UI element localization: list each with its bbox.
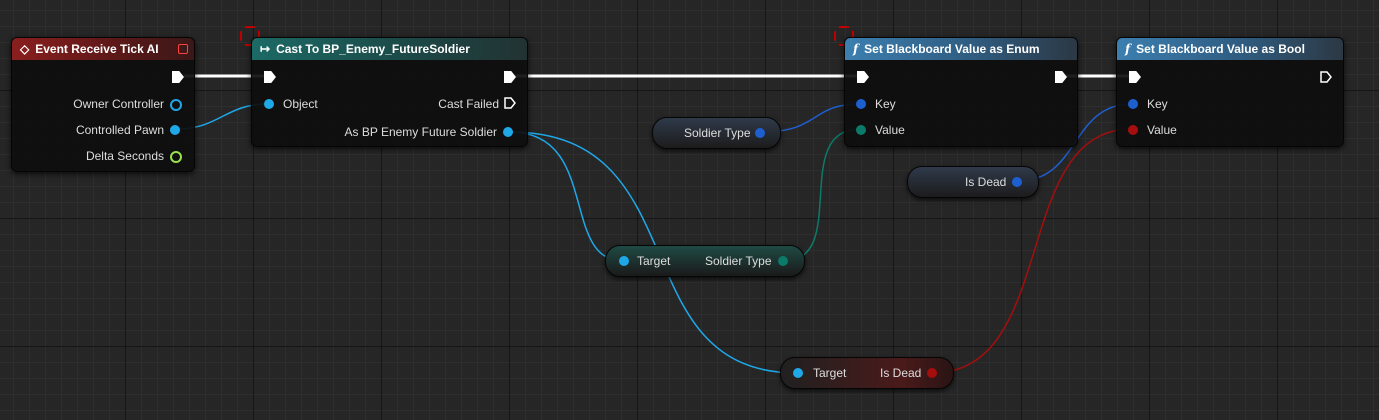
set-bool-node-header[interactable]: f Set Blackboard Value as Bool [1117,38,1343,60]
is-dead-output-pin[interactable] [927,368,937,378]
is-dead-var-output-pin[interactable] [1012,177,1022,187]
function-f-icon: f [1125,42,1131,56]
value-label: Value [875,123,905,137]
event-node-title: Event Receive Tick AI [35,42,159,56]
get-soldier-type-node[interactable]: Target Soldier Type [605,245,805,277]
enum-wire [783,128,861,262]
delta-seconds-label: Delta Seconds [85,149,164,163]
value-pin[interactable] [1128,125,1138,135]
key-label: Key [1147,97,1168,111]
delegate-pin-icon[interactable] [178,44,188,54]
object-wire [509,131,624,262]
event-node-header[interactable]: ◇ Event Receive Tick AI [12,38,194,60]
soldier-type-output-label: Soldier Type [705,254,772,268]
soldier-type-key-variable-node[interactable]: Soldier Type [652,117,781,149]
cast-arrow-icon: ↦ [260,42,271,56]
soldier-type-var-label: Soldier Type [684,126,751,140]
cast-node-title: Cast To BP_Enemy_FutureSoldier [276,42,470,56]
target-label: Target [637,254,671,268]
get-is-dead-node[interactable]: Target Is Dead [780,357,954,389]
is-dead-key-variable-node[interactable]: Is Dead [907,166,1039,198]
soldier-type-var-output-pin[interactable] [755,128,765,138]
set-blackboard-value-as-enum-node[interactable]: f Set Blackboard Value as Enum Key Value [844,37,1078,147]
set-blackboard-value-as-bool-node[interactable]: f Set Blackboard Value as Bool Key Value [1116,37,1344,147]
target-pin[interactable] [793,368,803,378]
cast-node-header[interactable]: ↦ Cast To BP_Enemy_FutureSoldier [252,38,527,60]
target-pin[interactable] [619,256,629,266]
as-bp-enemy-future-soldier-label: As BP Enemy Future Soldier [344,125,497,139]
value-pin[interactable] [856,125,866,135]
exec-out-pin[interactable] [1055,71,1067,83]
value-label: Value [1147,123,1177,137]
set-enum-node-title: Set Blackboard Value as Enum [864,42,1040,56]
function-f-icon: f [853,42,859,56]
soldier-type-output-pin[interactable] [778,256,788,266]
set-enum-node-header[interactable]: f Set Blackboard Value as Enum [845,38,1077,60]
controlled-pawn-label: Controlled Pawn [75,123,164,137]
key-pin[interactable] [856,99,866,109]
object-label: Object [283,97,318,111]
cast-failed-label: Cast Failed [438,97,499,111]
exec-out-pin[interactable] [504,71,516,83]
key-label: Key [875,97,896,111]
cast-to-node[interactable]: ↦ Cast To BP_Enemy_FutureSoldier Object … [251,37,528,147]
as-bp-enemy-future-soldier-pin[interactable] [503,127,513,137]
controlled-pawn-pin[interactable] [170,125,180,135]
is-dead-output-label: Is Dead [880,366,922,380]
event-receive-tick-ai-node[interactable]: ◇ Event Receive Tick AI Owner Controller… [11,37,195,172]
exec-out-pin[interactable] [172,71,184,83]
delta-seconds-pin[interactable] [170,151,182,163]
cast-failed-exec-pin[interactable] [504,97,516,109]
owner-controller-label: Owner Controller [73,97,164,111]
exec-in-pin[interactable] [857,71,869,83]
key-pin[interactable] [1128,99,1138,109]
owner-controller-pin[interactable] [170,99,182,111]
exec-out-pin[interactable] [1320,71,1332,83]
is-dead-var-label: Is Dead [965,175,1007,189]
exec-in-pin[interactable] [264,71,276,83]
target-label: Target [813,366,847,380]
set-bool-node-title: Set Blackboard Value as Bool [1136,42,1305,56]
exec-in-pin[interactable] [1129,71,1141,83]
event-diamond-icon: ◇ [20,42,30,56]
object-pin[interactable] [264,99,274,109]
